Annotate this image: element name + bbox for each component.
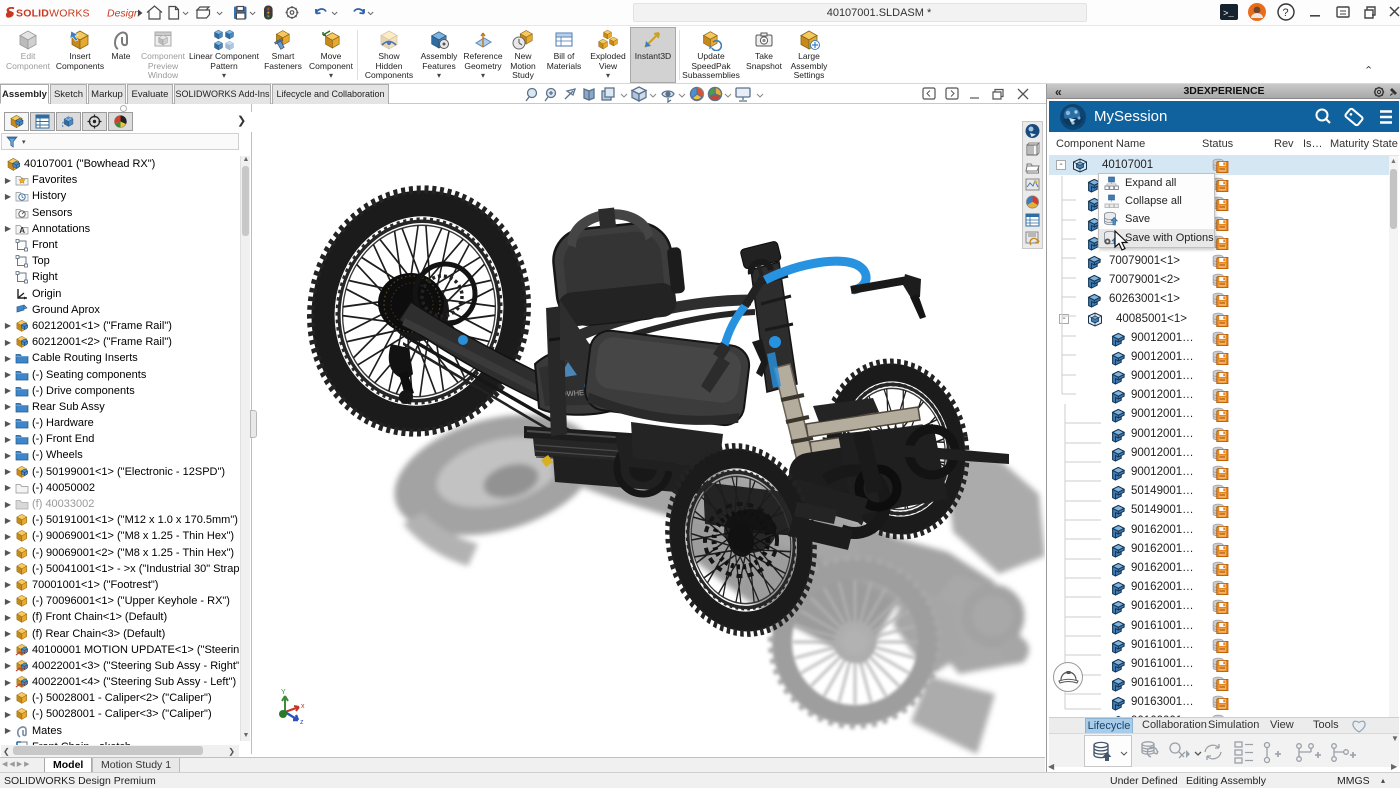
svg-text:>_: >_ [1223, 9, 1234, 19]
svg-text:Y: Y [281, 689, 286, 696]
svg-text:A: A [19, 226, 25, 235]
svg-text:z: z [300, 719, 304, 726]
svg-text:x: x [301, 703, 305, 710]
svg-text:?: ? [1283, 7, 1289, 19]
